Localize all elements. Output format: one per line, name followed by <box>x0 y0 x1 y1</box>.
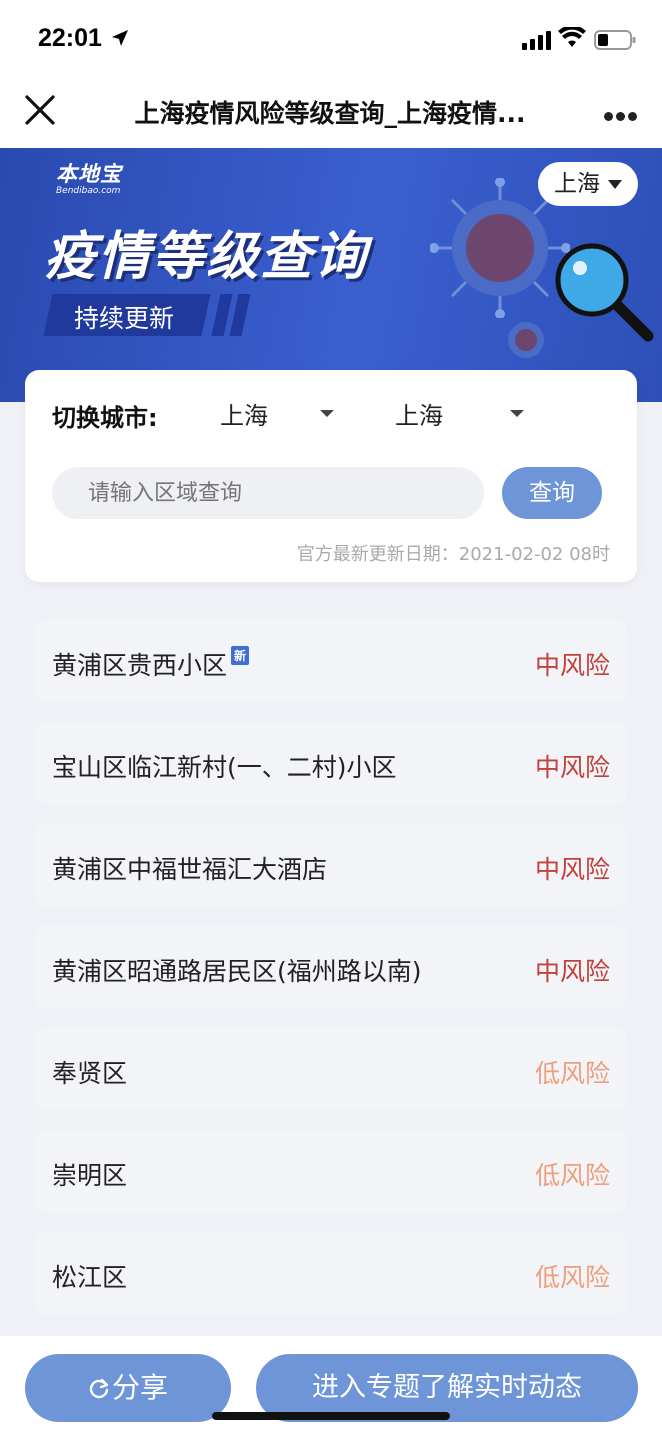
area-name: 宝山区临江新村(一、二村)小区 <box>52 753 397 782</box>
wifi-icon <box>558 27 586 47</box>
logo-text: 本地宝 <box>56 162 122 186</box>
search-card: 切换城市: 上海 上海 查询 官方最新更新日期：2021-02-02 08时 <box>25 370 637 582</box>
update-date: 官方最新更新日期：2021-02-02 08时 <box>296 544 610 565</box>
dropdown-icon[interactable] <box>510 410 524 417</box>
risk-level: 低风险 <box>534 1059 610 1088</box>
area-name: 松江区 <box>52 1263 128 1292</box>
banner-title: 疫情等级查询 <box>44 227 369 287</box>
battery-icon <box>594 30 636 50</box>
risk-level: 中风险 <box>534 753 610 782</box>
banner-subtitle: 持续更新 <box>74 304 175 333</box>
list-item[interactable]: 松江区 低风险 <box>35 1232 627 1314</box>
logo: 本地宝 Bendibao.com <box>56 158 122 196</box>
risk-level: 中风险 <box>534 855 610 884</box>
small-virus-icon <box>508 322 544 358</box>
risk-level: 中风险 <box>534 651 610 680</box>
dropdown-icon[interactable] <box>320 410 334 417</box>
status-bar: 22:01 <box>0 0 662 80</box>
location-arrow-icon <box>112 30 128 46</box>
list-item[interactable]: 奉贤区 低风险 <box>35 1028 627 1110</box>
share-label: 分享 <box>111 1371 168 1404</box>
list-item[interactable]: 黄浦区昭通路居民区(福州路以南) 中风险 <box>35 926 627 1008</box>
close-icon[interactable] <box>24 94 56 126</box>
risk-level: 低风险 <box>534 1263 610 1292</box>
dropdown-icon <box>608 180 622 189</box>
share-button[interactable]: 分享 <box>25 1354 231 1422</box>
banner-slash <box>229 294 251 336</box>
magnifier-icon <box>555 243 654 342</box>
new-badge: 新 <box>231 646 250 665</box>
city-select[interactable]: 上海 <box>395 396 443 431</box>
nav-bar: 上海疫情风险等级查询_上海疫情... <box>0 80 662 148</box>
home-indicator <box>212 1412 450 1420</box>
status-time: 22:01 <box>38 24 102 52</box>
risk-level: 中风险 <box>534 957 610 986</box>
signal-icon <box>522 31 551 50</box>
area-name: 黄浦区昭通路居民区(福州路以南) <box>52 957 422 986</box>
city-switch-pill[interactable]: 上海 <box>538 162 638 206</box>
more-icon[interactable] <box>604 106 640 121</box>
banner: 本地宝 Bendibao.com 疫情等级查询 持续更新 上海 <box>0 148 662 402</box>
logo-subtext: Bendibao.com <box>56 186 121 196</box>
list-item[interactable]: 黄浦区中福世福汇大酒店 中风险 <box>35 824 627 906</box>
search-button[interactable]: 查询 <box>502 467 602 519</box>
province-select[interactable]: 上海 <box>220 396 268 431</box>
search-input[interactable] <box>52 467 484 519</box>
risk-list: 黄浦区贵西小区新 中风险 宝山区临江新村(一、二村)小区 中风险 黄浦区中福世福… <box>35 620 627 1334</box>
banner-slash <box>211 294 233 336</box>
area-name: 奉贤区 <box>52 1059 128 1088</box>
area-name: 黄浦区贵西小区新 <box>52 646 250 682</box>
share-icon <box>89 1378 109 1399</box>
city-pill-label: 上海 <box>554 171 600 197</box>
list-item[interactable]: 宝山区临江新村(一、二村)小区 中风险 <box>35 722 627 804</box>
switch-city-label: 切换城市: <box>52 404 158 432</box>
risk-level: 低风险 <box>534 1161 610 1190</box>
area-name: 崇明区 <box>52 1161 128 1190</box>
page-title: 上海疫情风险等级查询_上海疫情... <box>134 99 526 128</box>
list-item[interactable]: 崇明区 低风险 <box>35 1130 627 1212</box>
area-name: 黄浦区中福世福汇大酒店 <box>52 855 328 884</box>
list-item[interactable]: 黄浦区贵西小区新 中风险 <box>35 620 627 702</box>
